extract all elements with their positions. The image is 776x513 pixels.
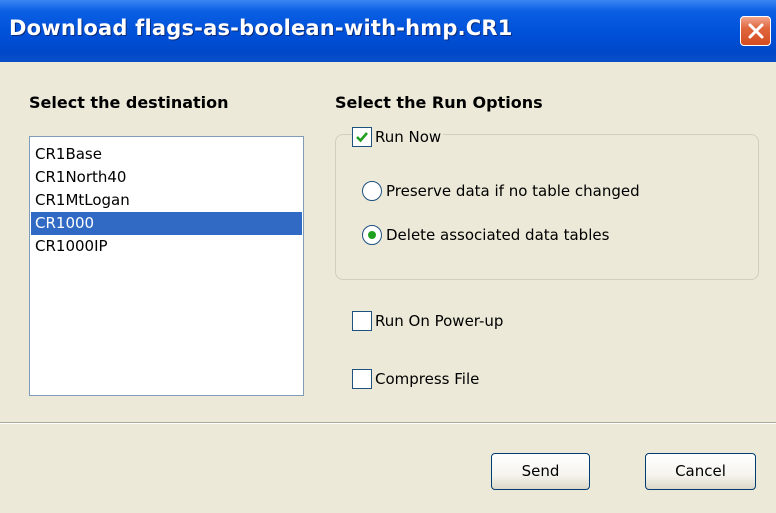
send-button[interactable]: Send bbox=[491, 453, 590, 490]
list-item-cr1mtlogan[interactable]: CR1MtLogan bbox=[31, 189, 302, 212]
delete-tables-radio[interactable] bbox=[362, 225, 382, 245]
run-now-label: Run Now bbox=[373, 128, 444, 146]
checkmark-icon bbox=[356, 132, 368, 143]
cancel-button[interactable]: Cancel bbox=[645, 453, 756, 490]
run-options-heading: Select the Run Options bbox=[335, 93, 543, 112]
preserve-data-label: Preserve data if no table changed bbox=[386, 182, 640, 200]
radio-selected-dot bbox=[368, 231, 376, 239]
list-item-cr1base[interactable]: CR1Base bbox=[31, 143, 302, 166]
title-bar[interactable]: Download flags-as-boolean-with-hmp.CR1 bbox=[0, 0, 776, 62]
destination-heading: Select the destination bbox=[29, 93, 229, 112]
dialog-body: Select the destination Select the Run Op… bbox=[0, 62, 776, 513]
compress-file-checkbox[interactable] bbox=[352, 369, 372, 389]
run-now-group bbox=[335, 134, 759, 280]
download-dialog: Download flags-as-boolean-with-hmp.CR1 S… bbox=[0, 0, 776, 513]
delete-tables-label: Delete associated data tables bbox=[386, 226, 610, 244]
close-icon bbox=[748, 23, 764, 39]
list-item-cr1north40[interactable]: CR1North40 bbox=[31, 166, 302, 189]
run-on-powerup-checkbox[interactable] bbox=[352, 311, 372, 331]
list-item-cr1000ip[interactable]: CR1000IP bbox=[31, 235, 302, 258]
preserve-data-radio[interactable] bbox=[362, 181, 382, 201]
run-now-checkbox[interactable] bbox=[352, 127, 372, 147]
separator-highlight bbox=[0, 423, 776, 424]
window-title: Download flags-as-boolean-with-hmp.CR1 bbox=[9, 16, 513, 40]
list-item-cr1000[interactable]: CR1000 bbox=[31, 212, 302, 235]
close-button[interactable] bbox=[740, 16, 771, 46]
destination-list[interactable]: CR1Base CR1North40 CR1MtLogan CR1000 CR1… bbox=[29, 136, 304, 396]
run-on-powerup-label: Run On Power-up bbox=[373, 312, 506, 330]
compress-file-label: Compress File bbox=[373, 370, 482, 388]
